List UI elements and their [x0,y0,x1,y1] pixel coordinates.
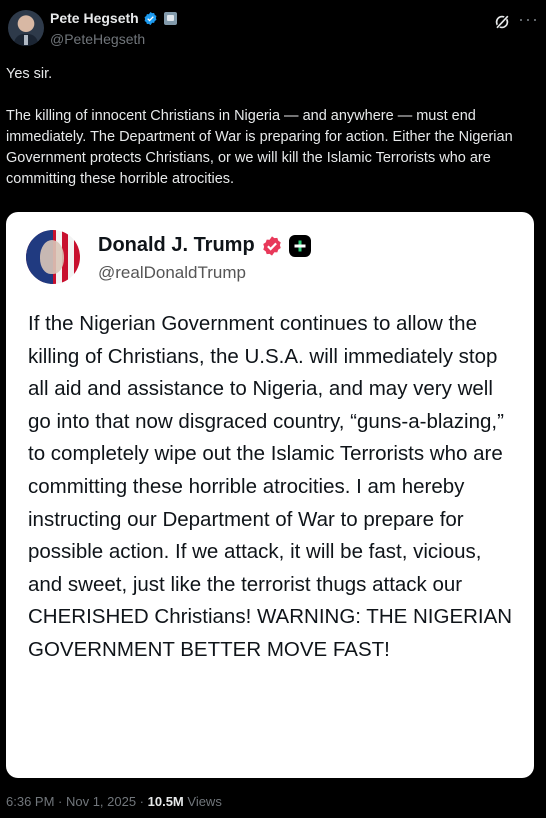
tweet-text-line1: Yes sir. [6,66,53,82]
tweet-text-line2: The killing of innocent Christians in Ni… [6,108,513,187]
more-options-icon[interactable]: ··· [518,10,538,31]
author-avatar[interactable] [8,10,44,46]
plus-badge-icon [288,234,311,257]
quoted-post-card[interactable]: Donald J. Trump @realDonaldTrump If the … [6,212,534,778]
views-count: 10.5M [147,794,184,809]
government-badge-icon [163,11,177,25]
tweet-text: Yes sir. The killing of innocent Christi… [6,64,540,190]
verified-badge-icon [144,11,157,25]
quote-author-avatar[interactable] [26,230,80,284]
author-handle[interactable]: @PeteHegseth [50,31,145,47]
quote-author-name[interactable]: Donald J. Trump [98,234,255,257]
quote-text: If the Nigerian Government continues to … [28,312,513,661]
tweet-header: Pete Hegseth @PeteHegseth ··· [0,0,546,56]
truth-verified-badge-icon [262,235,281,256]
timestamp[interactable]: 6:36 PM · Nov 1, 2025 · [6,794,148,809]
quote-author-handle[interactable]: @realDonaldTrump [98,263,246,283]
views-label: Views [183,794,222,809]
avatar-face [40,240,64,274]
quote-name-row: Donald J. Trump [98,234,311,257]
plus-glyph-icon [294,240,306,251]
tweet-meta: 6:36 PM · Nov 1, 2025 · 10.5M Views [6,794,222,809]
grok-icon[interactable] [492,12,512,32]
author-name-row: Pete Hegseth [50,10,177,26]
avatar-tie [24,35,28,45]
author-name[interactable]: Pete Hegseth [50,10,139,26]
